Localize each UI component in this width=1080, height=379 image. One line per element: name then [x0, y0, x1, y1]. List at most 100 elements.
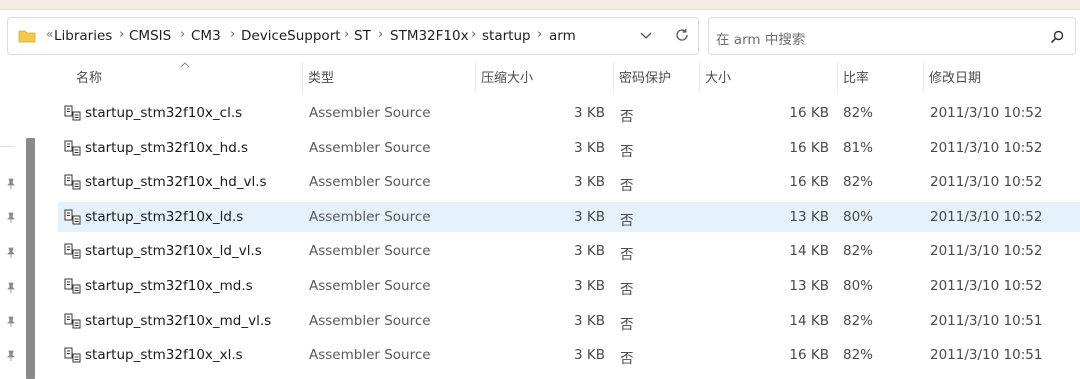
file-password-protected: 否 — [620, 178, 634, 195]
file-row[interactable]: startup_stm32f10x_cl.s Assembler Source 3 … — [58, 98, 1080, 128]
breadcrumb-devicesupport[interactable]: DeviceSupport — [241, 28, 341, 44]
assembler-file-icon — [64, 174, 81, 190]
file-compressed-size: 3 KB — [574, 347, 605, 364]
file-size: 16 KB — [789, 139, 829, 156]
scrollbar-thumb[interactable] — [26, 138, 35, 379]
breadcrumb-separator: › — [180, 27, 186, 42]
file-modified-date: 2011/3/10 10:52 — [930, 208, 1043, 225]
file-password-protected: 否 — [620, 143, 634, 160]
breadcrumb-separator: › — [471, 27, 477, 42]
file-name: startup_stm32f10x_md.s — [85, 278, 253, 294]
file-name: startup_stm32f10x_xl.s — [85, 347, 243, 364]
file-name: startup_stm32f10x_ld_vl.s — [85, 243, 262, 260]
column-header-compressed-size[interactable]: 压缩大小 — [481, 67, 533, 86]
file-modified-date: 2011/3/10 10:51 — [930, 347, 1043, 364]
breadcrumb-separator: › — [378, 27, 384, 42]
file-size: 16 KB — [789, 174, 829, 191]
pin-icon[interactable] — [5, 282, 17, 294]
file-compressed-size: 3 KB — [574, 243, 605, 260]
assembler-file-icon — [64, 209, 81, 225]
file-password-protected: 否 — [620, 109, 634, 125]
pin-icon[interactable] — [5, 247, 17, 259]
column-divider[interactable] — [699, 62, 700, 94]
column-divider[interactable] — [302, 62, 303, 94]
sort-ascending-icon — [180, 62, 190, 68]
file-size: 14 KB — [789, 243, 829, 260]
file-name: startup_stm32f10x_hd_vl.s — [85, 174, 267, 191]
file-name: startup_stm32f10x_cl.s — [85, 105, 243, 121]
column-divider[interactable] — [837, 62, 838, 94]
file-size: 13 KB — [789, 208, 829, 225]
breadcrumb-stm32f10x[interactable]: STM32F10x — [390, 28, 469, 44]
chevron-down-icon[interactable] — [638, 27, 654, 43]
file-type: Assembler Source — [309, 174, 431, 191]
breadcrumb-st[interactable]: ST — [354, 28, 371, 44]
file-password-protected: 否 — [620, 316, 634, 333]
column-header-modified[interactable]: 修改日期 — [929, 67, 981, 86]
assembler-file-icon — [64, 278, 81, 294]
file-ratio: 80% — [843, 278, 874, 294]
pin-icon[interactable] — [5, 178, 17, 190]
assembler-file-icon — [64, 105, 81, 121]
file-password-protected: 否 — [620, 282, 634, 298]
file-row[interactable]: startup_stm32f10x_md.s Assembler Source 3 … — [58, 271, 1080, 301]
file-row[interactable]: startup_stm32f10x_md_vl.s Assembler Sourc… — [58, 306, 1080, 336]
breadcrumb-libraries[interactable]: Libraries — [54, 28, 112, 44]
file-ratio: 82% — [843, 312, 874, 329]
file-compressed-size: 3 KB — [574, 312, 605, 329]
file-ratio: 82% — [843, 105, 874, 121]
column-divider[interactable] — [475, 62, 476, 94]
pin-icon[interactable] — [5, 212, 17, 224]
pin-icon[interactable] — [5, 350, 17, 362]
file-modified-date: 2011/3/10 10:52 — [930, 105, 1043, 121]
breadcrumb-arm[interactable]: arm — [549, 28, 576, 44]
file-type: Assembler Source — [309, 208, 431, 225]
file-ratio: 80% — [843, 208, 874, 225]
file-modified-date: 2011/3/10 10:52 — [930, 174, 1043, 191]
breadcrumb-cmsis[interactable]: CMSIS — [129, 28, 171, 44]
column-header-ratio[interactable]: 比率 — [843, 67, 869, 86]
file-row[interactable]: startup_stm32f10x_ld.s Assembler Source 3 … — [58, 201, 1080, 232]
file-ratio: 82% — [843, 174, 874, 191]
file-password-protected: 否 — [620, 247, 634, 264]
file-compressed-size: 3 KB — [574, 174, 605, 191]
divider — [0, 146, 14, 147]
search-icon[interactable] — [1049, 29, 1065, 45]
file-compressed-size: 3 KB — [574, 139, 605, 156]
column-header-size[interactable]: 大小 — [705, 67, 731, 86]
column-divider[interactable] — [613, 62, 614, 94]
file-password-protected: 否 — [620, 351, 634, 368]
file-modified-date: 2011/3/10 10:52 — [930, 278, 1043, 294]
file-name: startup_stm32f10x_md_vl.s — [85, 312, 272, 329]
assembler-file-icon — [64, 243, 81, 259]
title-bar-strip — [0, 0, 1080, 10]
breadcrumb-overflow[interactable]: « — [46, 27, 53, 41]
column-divider[interactable] — [923, 62, 924, 94]
file-row[interactable]: startup_stm32f10x_hd_vl.s Assembler Sourc… — [58, 167, 1080, 197]
file-ratio: 81% — [843, 139, 874, 156]
file-row[interactable]: startup_stm32f10x_hd.s Assembler Source 3 … — [58, 133, 1080, 163]
search-box[interactable]: 在 arm 中搜索 — [708, 17, 1076, 55]
assembler-file-icon — [64, 313, 81, 329]
column-header-password[interactable]: 密码保护 — [619, 67, 671, 86]
file-row[interactable]: startup_stm32f10x_ld_vl.s Assembler Sourc… — [58, 236, 1080, 266]
file-name: startup_stm32f10x_hd.s — [85, 139, 249, 156]
assembler-file-icon — [64, 347, 81, 363]
column-header-name[interactable]: 名称 — [76, 67, 102, 86]
file-compressed-size: 3 KB — [574, 278, 605, 294]
file-modified-date: 2011/3/10 10:52 — [930, 243, 1043, 260]
column-header-type[interactable]: 类型 — [308, 67, 334, 86]
file-ratio: 82% — [843, 243, 874, 260]
breadcrumb-cm3[interactable]: CM3 — [191, 28, 221, 44]
address-bar[interactable]: « Libraries › CMSIS › CM3 › DeviceSuppor… — [7, 17, 699, 55]
search-input[interactable]: 在 arm 中搜索 — [716, 28, 805, 48]
file-type: Assembler Source — [309, 105, 431, 121]
file-size: 14 KB — [789, 312, 829, 329]
file-row[interactable]: startup_stm32f10x_xl.s Assembler Source 3 … — [58, 340, 1080, 370]
file-type: Assembler Source — [309, 278, 431, 294]
breadcrumb-startup[interactable]: startup — [482, 28, 531, 44]
refresh-icon[interactable] — [674, 27, 690, 43]
file-type: Assembler Source — [309, 312, 431, 329]
file-modified-date: 2011/3/10 10:51 — [930, 312, 1043, 329]
pin-icon[interactable] — [5, 316, 17, 328]
